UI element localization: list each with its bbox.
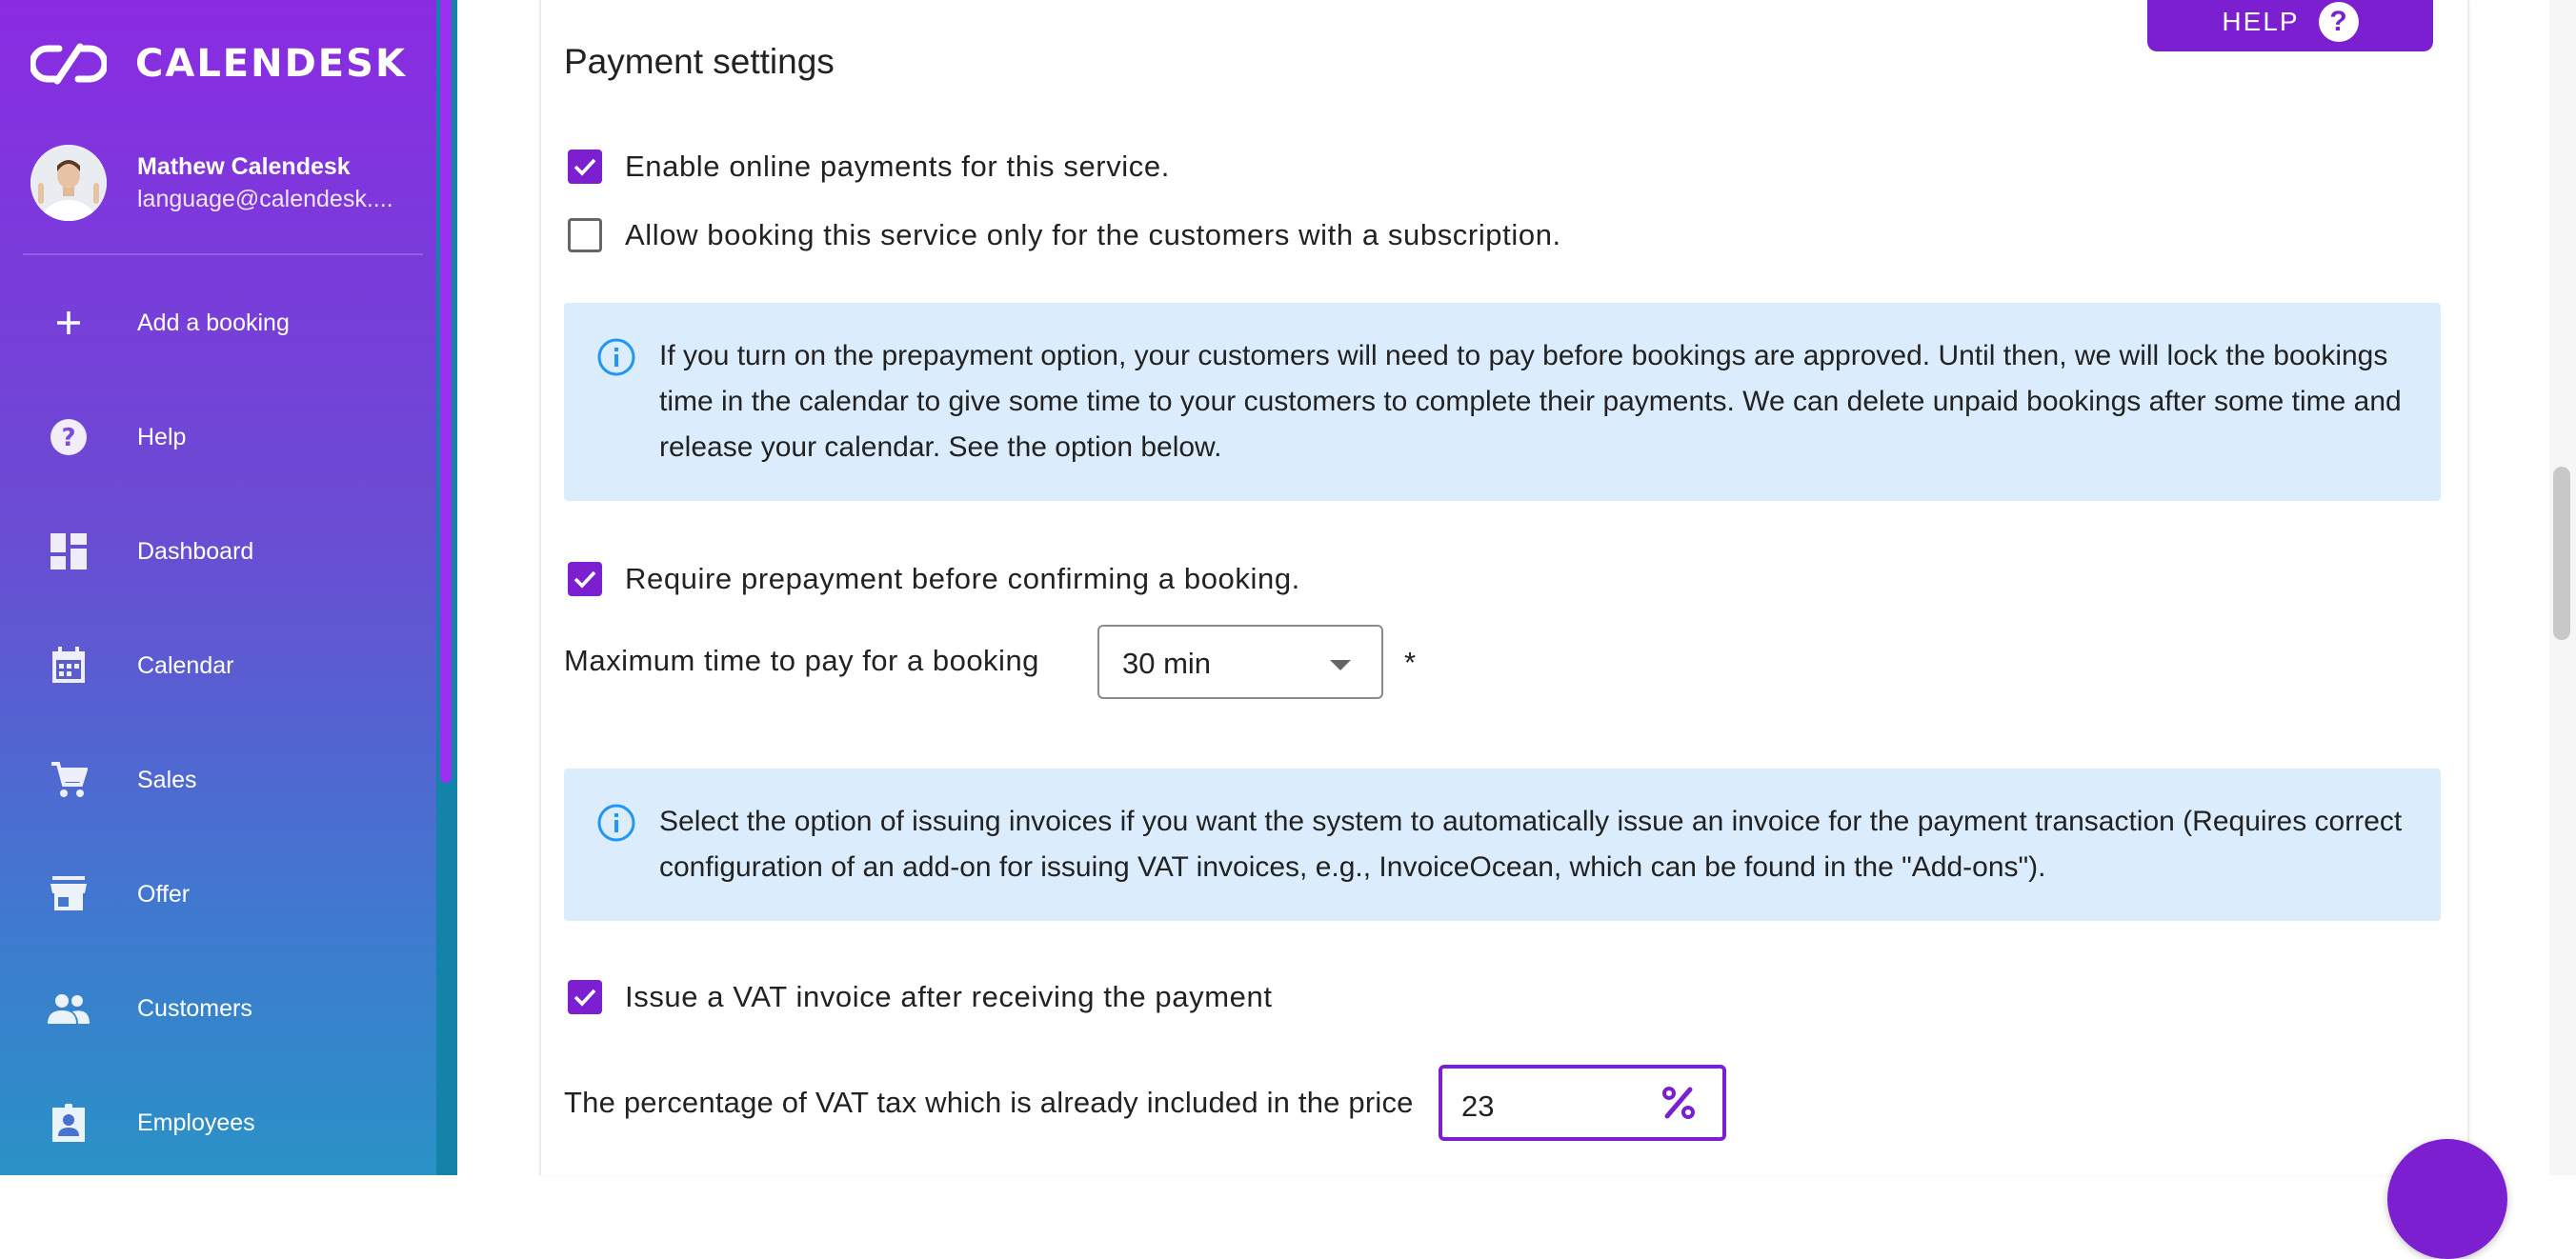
plus-icon — [48, 302, 90, 344]
sidebar-item-label: Employees — [137, 1109, 255, 1136]
prepayment-info-box: If you turn on the prepayment option, yo… — [564, 303, 2441, 501]
divider — [23, 253, 423, 255]
sidebar-item-calendar[interactable]: Calendar — [0, 623, 436, 709]
section-title: Payment settings — [564, 42, 835, 81]
floating-action-button[interactable] — [2387, 1139, 2507, 1259]
input-value: 23 — [1461, 1089, 1495, 1123]
checkbox-label: Enable online payments for this service. — [625, 150, 1170, 183]
sidebar-item-dashboard[interactable]: Dashboard — [0, 509, 436, 594]
help-question-icon: ? — [2318, 2, 2359, 42]
enable-online-payments-checkbox[interactable]: Enable online payments for this service. — [568, 150, 1170, 184]
require-prepayment-checkbox[interactable]: Require prepayment before confirming a b… — [568, 562, 1300, 596]
sidebar: CALENDESK Mathew Calendesk language@cale… — [0, 0, 436, 1175]
sidebar-item-label: Sales — [137, 766, 197, 793]
checkbox-checked[interactable] — [568, 150, 602, 184]
sidebar-item-label: Offer — [137, 880, 191, 908]
employee-badge-icon — [48, 1102, 90, 1144]
help-button[interactable]: HELP ? — [2147, 0, 2433, 51]
sidebar-item-add-booking[interactable]: Add a booking — [0, 280, 436, 366]
select-value: 30 min — [1122, 647, 1212, 680]
sidebar-item-label: Add a booking — [137, 309, 290, 336]
calendar-icon — [48, 645, 90, 687]
sidebar-item-offer[interactable]: Offer — [0, 851, 436, 937]
max-time-to-pay-select[interactable]: 30 min — [1097, 625, 1383, 699]
vat-percentage-input[interactable]: 23 — [1439, 1065, 1726, 1141]
sidebar-item-label: Help — [137, 423, 187, 450]
avatar — [30, 145, 107, 221]
percent-icon — [1660, 1084, 1698, 1127]
svg-text:?: ? — [61, 424, 75, 452]
shopping-cart-icon — [48, 759, 90, 801]
checkbox-checked[interactable] — [568, 562, 602, 596]
calendesk-logo-icon — [30, 43, 107, 85]
user-name: Mathew Calendesk — [137, 153, 351, 180]
vat-percentage-label: The percentage of VAT tax which is alrea… — [564, 1086, 1414, 1119]
sidebar-scrollbar[interactable] — [436, 0, 457, 1175]
checkmark-icon — [574, 570, 596, 589]
sidebar-item-customers[interactable]: Customers — [0, 966, 436, 1051]
max-time-to-pay-label: Maximum time to pay for a booking — [564, 644, 1039, 677]
subscription-only-checkbox[interactable]: Allow booking this service only for the … — [568, 218, 1561, 252]
avatar-image — [30, 145, 107, 221]
dashboard-icon — [48, 530, 90, 572]
checkbox-checked[interactable] — [568, 980, 602, 1014]
user-email: language@calendesk.... — [137, 186, 393, 212]
people-icon — [48, 988, 90, 1029]
sidebar-item-sales[interactable]: Sales — [0, 737, 436, 823]
checkmark-icon — [574, 989, 596, 1007]
sidebar-item-label: Calendar — [137, 651, 234, 679]
sidebar-item-label: Dashboard — [137, 537, 254, 565]
help-circle-icon: ? — [48, 416, 90, 458]
required-asterisk: * — [1404, 646, 1417, 679]
info-icon — [596, 337, 636, 382]
prepayment-info-text: If you turn on the prepayment option, yo… — [659, 340, 2402, 463]
invoice-info-box: Select the option of issuing invoices if… — [564, 769, 2441, 921]
logo[interactable]: CALENDESK — [30, 42, 407, 86]
sidebar-item-employees[interactable]: Employees — [0, 1080, 436, 1166]
page-scrollbar-thumb[interactable] — [2553, 467, 2570, 640]
checkmark-icon — [574, 158, 596, 176]
invoice-info-text: Select the option of issuing invoices if… — [659, 806, 2403, 883]
user-profile[interactable]: Mathew Calendesk language@calendesk.... — [30, 145, 393, 221]
brand-name: CALENDESK — [135, 42, 407, 86]
store-icon — [48, 873, 90, 915]
help-button-label: HELP — [2222, 7, 2300, 36]
sidebar-scrollbar-thumb[interactable] — [440, 0, 452, 783]
checkbox-label: Issue a VAT invoice after receiving the … — [625, 980, 1273, 1013]
info-icon — [596, 803, 636, 848]
checkbox-label: Allow booking this service only for the … — [625, 218, 1561, 251]
chevron-down-icon — [1330, 659, 1351, 676]
issue-vat-invoice-checkbox[interactable]: Issue a VAT invoice after receiving the … — [568, 980, 1273, 1014]
checkbox-label: Require prepayment before confirming a b… — [625, 562, 1300, 595]
sidebar-item-help[interactable]: ? Help — [0, 394, 436, 480]
checkbox-unchecked[interactable] — [568, 218, 602, 252]
sidebar-item-label: Customers — [137, 994, 252, 1022]
